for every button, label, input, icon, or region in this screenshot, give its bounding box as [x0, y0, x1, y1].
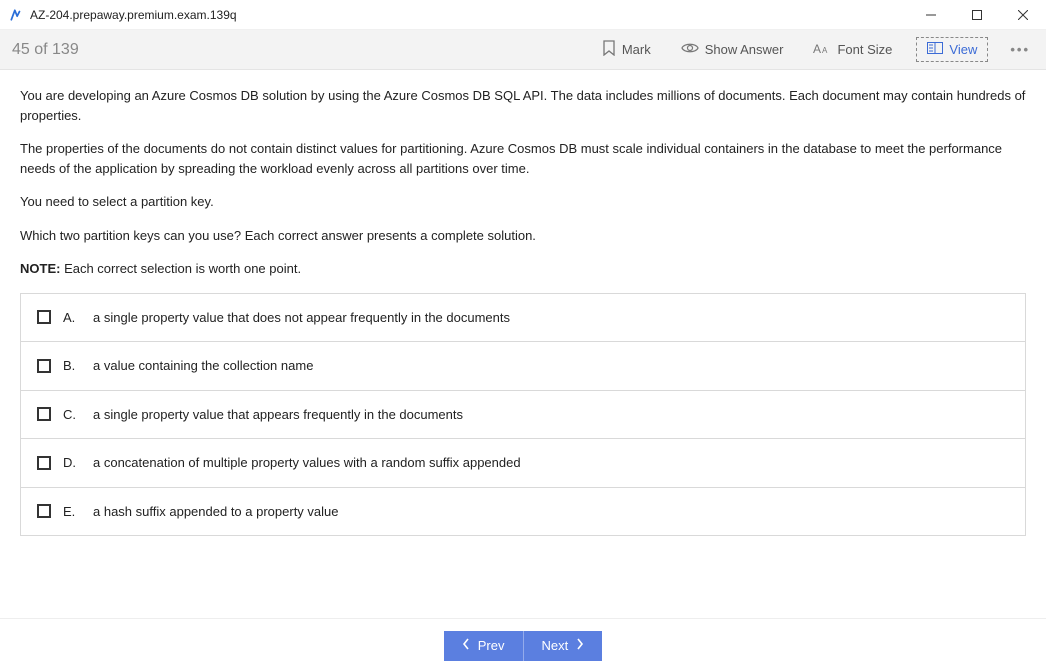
option-c[interactable]: C. a single property value that appears …	[21, 391, 1025, 440]
checkbox-icon[interactable]	[37, 359, 51, 373]
font-size-button[interactable]: AA Font Size	[807, 37, 898, 62]
options-list: A. a single property value that does not…	[20, 293, 1026, 537]
view-button[interactable]: View	[916, 37, 988, 62]
checkbox-icon[interactable]	[37, 504, 51, 518]
view-icon	[927, 42, 943, 57]
option-text: a concatenation of multiple property val…	[93, 453, 521, 473]
next-label: Next	[542, 638, 569, 653]
show-answer-label: Show Answer	[705, 42, 784, 57]
title-bar: AZ-204.prepaway.premium.exam.139q	[0, 0, 1046, 30]
note-text: Each correct selection is worth one poin…	[60, 261, 301, 276]
bookmark-icon	[602, 40, 616, 59]
question-note: NOTE: Each correct selection is worth on…	[20, 259, 1026, 279]
window-title: AZ-204.prepaway.premium.exam.139q	[30, 8, 237, 22]
option-text: a value containing the collection name	[93, 356, 313, 376]
footer: Prev Next	[0, 618, 1046, 672]
question-paragraph: You need to select a partition key.	[20, 192, 1026, 212]
mark-label: Mark	[622, 42, 651, 57]
checkbox-icon[interactable]	[37, 407, 51, 421]
question-paragraph: The properties of the documents do not c…	[20, 139, 1026, 178]
maximize-button[interactable]	[954, 0, 1000, 30]
option-a[interactable]: A. a single property value that does not…	[21, 294, 1025, 343]
option-letter: D.	[63, 453, 81, 473]
nav-buttons: Prev Next	[444, 631, 602, 661]
prev-label: Prev	[478, 638, 505, 653]
question-paragraph: You are developing an Azure Cosmos DB so…	[20, 86, 1026, 125]
font-size-label: Font Size	[837, 42, 892, 57]
option-text: a single property value that does not ap…	[93, 308, 510, 328]
window-controls	[908, 0, 1046, 30]
mark-button[interactable]: Mark	[596, 36, 657, 63]
checkbox-icon[interactable]	[37, 456, 51, 470]
question-content: You are developing an Azure Cosmos DB so…	[0, 70, 1046, 618]
option-letter: C.	[63, 405, 81, 425]
svg-text:A: A	[813, 42, 821, 55]
more-button[interactable]: •••	[1006, 42, 1034, 57]
show-answer-button[interactable]: Show Answer	[675, 37, 790, 62]
font-size-icon: AA	[813, 41, 831, 58]
view-label: View	[949, 42, 977, 57]
note-label: NOTE:	[20, 261, 60, 276]
option-letter: A.	[63, 308, 81, 328]
option-b[interactable]: B. a value containing the collection nam…	[21, 342, 1025, 391]
checkbox-icon[interactable]	[37, 310, 51, 324]
prev-button[interactable]: Prev	[444, 631, 524, 661]
chevron-left-icon	[462, 638, 470, 653]
minimize-button[interactable]	[908, 0, 954, 30]
app-icon	[8, 7, 24, 23]
eye-icon	[681, 41, 699, 58]
option-e[interactable]: E. a hash suffix appended to a property …	[21, 488, 1025, 536]
close-button[interactable]	[1000, 0, 1046, 30]
option-letter: E.	[63, 502, 81, 522]
chevron-right-icon	[576, 638, 584, 653]
toolbar: 45 of 139 Mark Show Answer AA Font Size …	[0, 30, 1046, 70]
question-paragraph: Which two partition keys can you use? Ea…	[20, 226, 1026, 246]
option-d[interactable]: D. a concatenation of multiple property …	[21, 439, 1025, 488]
option-letter: B.	[63, 356, 81, 376]
next-button[interactable]: Next	[524, 631, 603, 661]
svg-text:A: A	[822, 46, 828, 55]
option-text: a single property value that appears fre…	[93, 405, 463, 425]
question-counter: 45 of 139	[12, 41, 79, 59]
option-text: a hash suffix appended to a property val…	[93, 502, 339, 522]
